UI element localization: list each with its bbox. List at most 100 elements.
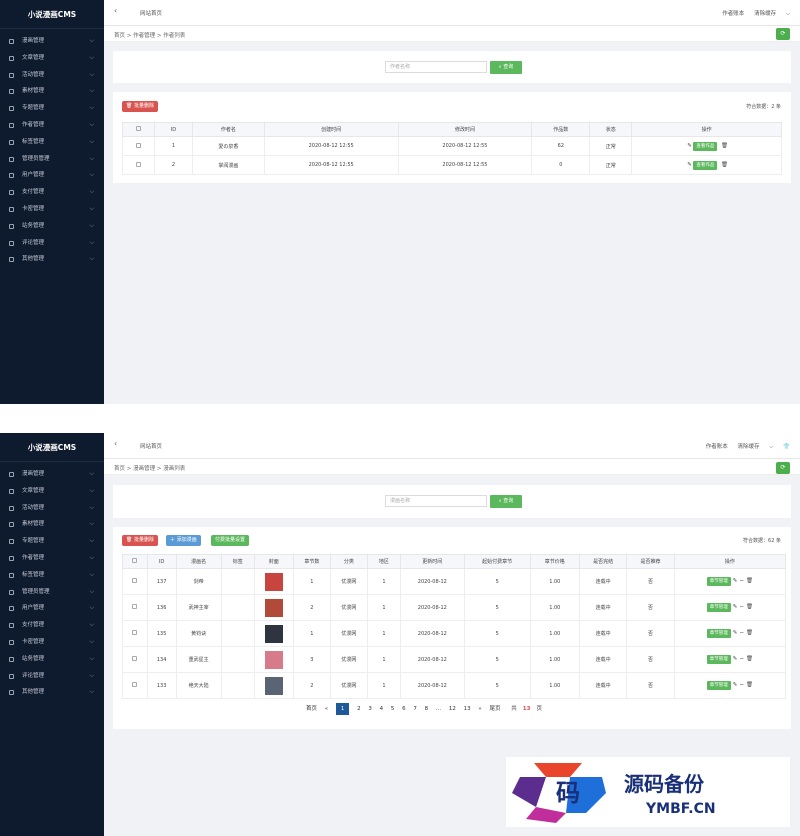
shirt-icon[interactable]: 👕 bbox=[783, 444, 790, 450]
sidebar-item-payment[interactable]: 支付管理 ⌵ bbox=[0, 617, 104, 634]
edit-icon[interactable]: ✎ bbox=[733, 578, 738, 584]
page-link[interactable]: 8 bbox=[425, 706, 429, 712]
sidebar-item-tag[interactable]: 标签管理 ⌵ bbox=[0, 567, 104, 584]
sidebar-item-activity[interactable]: 活动管理 ⌵ bbox=[0, 500, 104, 517]
trash-icon[interactable]: 🗑 bbox=[746, 578, 753, 584]
add-comic-button[interactable]: ＋ 添加漫画 bbox=[166, 535, 201, 546]
sidebar-item-card[interactable]: 卡密管理 ⌵ bbox=[0, 201, 104, 218]
page-link[interactable]: 3 bbox=[368, 706, 372, 712]
sidebar-item-card[interactable]: 卡密管理 ⌵ bbox=[0, 634, 104, 651]
next-page-link[interactable]: » bbox=[478, 706, 481, 712]
sidebar-item-comment[interactable]: 评论管理 ⌵ bbox=[0, 668, 104, 685]
prev-page-link[interactable]: « bbox=[325, 706, 328, 712]
chevron-down-icon[interactable]: ⌵ bbox=[786, 11, 790, 17]
search-input[interactable]: 作者名称 bbox=[385, 61, 487, 73]
edit-icon[interactable]: ✎ bbox=[733, 656, 738, 662]
page-link[interactable]: 5 bbox=[391, 706, 395, 712]
minus-icon[interactable]: − bbox=[739, 630, 744, 636]
sidebar-item-user[interactable]: 用户管理 ⌵ bbox=[0, 167, 104, 184]
sidebar-item-tag[interactable]: 标签管理 ⌵ bbox=[0, 134, 104, 151]
sidebar-item-material[interactable]: 素材管理 ⌵ bbox=[0, 516, 104, 533]
chapter-manage-button[interactable]: 章节管理 bbox=[706, 629, 731, 638]
tab-home[interactable]: 网站首页 bbox=[140, 9, 162, 17]
sidebar-item-other[interactable]: 其他管理 ⌵ bbox=[0, 251, 104, 268]
sidebar-item-article[interactable]: 文章管理 ⌵ bbox=[0, 483, 104, 500]
sidebar-item-material[interactable]: 素材管理 ⌵ bbox=[0, 83, 104, 100]
row-checkbox[interactable] bbox=[122, 155, 155, 175]
minus-icon[interactable]: − bbox=[739, 604, 744, 610]
tab-home[interactable]: 网站首页 bbox=[140, 442, 162, 450]
sidebar-item-author[interactable]: 作者管理 ⌵ bbox=[0, 550, 104, 567]
page-link[interactable]: 6 bbox=[402, 706, 406, 712]
trash-icon[interactable]: 🗑 bbox=[721, 143, 728, 149]
page-link[interactable]: 13 bbox=[464, 706, 471, 712]
edit-icon[interactable]: ✎ bbox=[733, 682, 738, 688]
sidebar-item-comic[interactable]: 漫画管理 ⌵ bbox=[0, 466, 104, 483]
row-checkbox[interactable] bbox=[122, 568, 148, 595]
row-checkbox[interactable] bbox=[122, 594, 148, 621]
edit-icon[interactable]: ✎ bbox=[733, 630, 738, 636]
page-link[interactable]: 2 bbox=[357, 706, 361, 712]
sidebar-item-topic[interactable]: 专题管理 ⌵ bbox=[0, 100, 104, 117]
chapter-manage-button[interactable]: 章节管理 bbox=[706, 603, 731, 612]
trash-icon[interactable]: 🗑 bbox=[746, 604, 753, 610]
batch-delete-button[interactable]: 🗑 批量删除 bbox=[122, 101, 158, 112]
minus-icon[interactable]: − bbox=[739, 578, 744, 584]
page-link[interactable]: 7 bbox=[413, 706, 417, 712]
sidebar-item-payment[interactable]: 支付管理 ⌵ bbox=[0, 184, 104, 201]
search-button[interactable]: ⌕ 查询 bbox=[490, 61, 522, 74]
edit-icon[interactable]: ✎ bbox=[687, 162, 692, 168]
edit-icon[interactable]: ✎ bbox=[687, 143, 692, 149]
sidebar-item-comic[interactable]: 漫画管理 ⌵ bbox=[0, 33, 104, 50]
sidebar-item-topic[interactable]: 专题管理 ⌵ bbox=[0, 533, 104, 550]
minus-icon[interactable]: − bbox=[739, 682, 744, 688]
chapter-manage-button[interactable]: 章节管理 bbox=[706, 655, 731, 664]
clear-cache-link[interactable]: 清除缓存 bbox=[737, 444, 759, 450]
sidebar-item-admin[interactable]: 管理员管理 ⌵ bbox=[0, 151, 104, 168]
edit-icon[interactable]: ✎ bbox=[733, 604, 738, 610]
minus-icon[interactable]: − bbox=[739, 656, 744, 662]
view-works-button[interactable]: 查看作品 bbox=[693, 160, 718, 170]
chevron-left-icon[interactable]: ‹ bbox=[114, 439, 117, 448]
batch-pay-settings-button[interactable]: 付费批量设置 bbox=[211, 535, 250, 546]
cell-category: 优漫网 bbox=[329, 620, 368, 647]
sidebar-item-other[interactable]: 其他管理 ⌵ bbox=[0, 684, 104, 701]
page-link[interactable]: 12 bbox=[449, 706, 456, 712]
search-button[interactable]: ⌕ 查询 bbox=[490, 495, 522, 508]
select-all-checkbox[interactable] bbox=[122, 122, 155, 137]
page-link[interactable]: 4 bbox=[380, 706, 384, 712]
sidebar-item-admin[interactable]: 管理员管理 ⌵ bbox=[0, 584, 104, 601]
search-input[interactable]: 漫画名称 bbox=[385, 495, 487, 507]
page-link[interactable]: 1 bbox=[335, 703, 350, 715]
row-checkbox[interactable] bbox=[122, 672, 148, 699]
row-checkbox[interactable] bbox=[122, 136, 155, 156]
sidebar-item-comment[interactable]: 评论管理 ⌵ bbox=[0, 235, 104, 252]
trash-icon[interactable]: 🗑 bbox=[746, 682, 753, 688]
sidebar-item-article[interactable]: 文章管理 ⌵ bbox=[0, 50, 104, 67]
trash-icon[interactable]: 🗑 bbox=[746, 656, 753, 662]
clear-cache-link[interactable]: 清除缓存 bbox=[754, 11, 776, 17]
sidebar-item-activity[interactable]: 活动管理 ⌵ bbox=[0, 67, 104, 84]
first-page-link[interactable]: 首页 bbox=[306, 704, 317, 712]
chapter-manage-button[interactable]: 章节管理 bbox=[706, 681, 731, 690]
author-ledger-link[interactable]: 作者账本 bbox=[722, 11, 744, 17]
batch-delete-button[interactable]: 🗑 批量删除 bbox=[122, 535, 158, 546]
refresh-icon[interactable]: ⟳ bbox=[776, 462, 790, 474]
view-works-button[interactable]: 查看作品 bbox=[693, 141, 718, 151]
row-checkbox[interactable] bbox=[122, 646, 148, 673]
breadcrumb: 首页 > 漫画管理 > 漫画列表 bbox=[114, 466, 186, 472]
chapter-manage-button[interactable]: 章节管理 bbox=[706, 577, 731, 586]
row-checkbox[interactable] bbox=[122, 620, 148, 647]
sidebar-item-author[interactable]: 作者管理 ⌵ bbox=[0, 117, 104, 134]
chevron-left-icon[interactable]: ‹ bbox=[114, 6, 117, 15]
sidebar-item-site[interactable]: 站务管理 ⌵ bbox=[0, 651, 104, 668]
trash-icon[interactable]: 🗑 bbox=[721, 162, 728, 168]
chevron-down-icon[interactable]: ⌵ bbox=[769, 444, 773, 450]
author-ledger-link[interactable]: 作者账本 bbox=[706, 444, 728, 450]
sidebar-item-site[interactable]: 站务管理 ⌵ bbox=[0, 218, 104, 235]
refresh-icon[interactable]: ⟳ bbox=[776, 28, 790, 40]
trash-icon[interactable]: 🗑 bbox=[746, 630, 753, 636]
last-page-link[interactable]: 尾页 bbox=[490, 704, 501, 712]
sidebar-item-user[interactable]: 用户管理 ⌵ bbox=[0, 600, 104, 617]
select-all-checkbox[interactable] bbox=[122, 554, 148, 569]
